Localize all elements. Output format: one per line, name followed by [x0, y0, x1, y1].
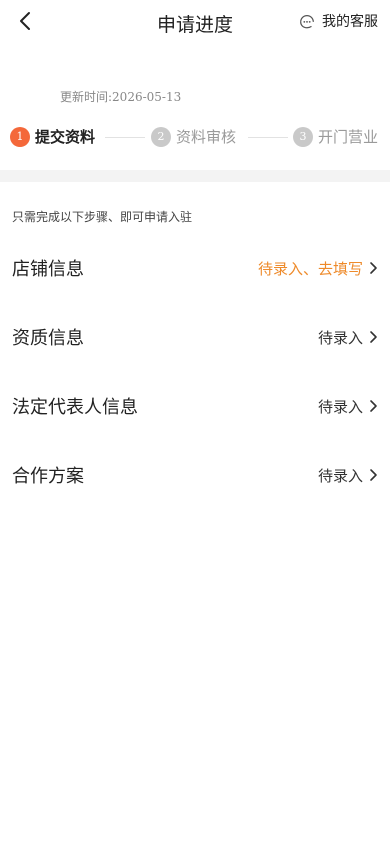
list-item-cooperation-plan[interactable]: 合作方案 待录入 — [0, 447, 390, 503]
status-text: 待录入、去填写 — [257, 259, 363, 278]
step-submit: 1 提交资料 — [10, 126, 95, 147]
headset-icon — [300, 14, 314, 29]
item-label: 店铺信息 — [12, 259, 84, 280]
step-number: 2 — [151, 126, 171, 147]
chevron-right-icon — [370, 331, 377, 343]
chevron-right-icon — [370, 262, 377, 274]
chevron-left-icon — [20, 12, 30, 30]
list-item-legal-rep-info[interactable]: 法定代表人信息 待录入 — [0, 378, 390, 434]
customer-service-button[interactable]: 我的客服 — [298, 11, 378, 31]
update-time: 更新时间:2026-05-13 — [60, 90, 182, 104]
list-item-store-info[interactable]: 店铺信息 待录入、去填写 — [0, 240, 390, 296]
progress-steps: 1 提交资料 2 资料审核 3 开门营业 — [0, 126, 390, 150]
chevron-right-icon — [370, 469, 377, 481]
chevron-right-icon — [370, 400, 377, 412]
step-review: 2 资料审核 — [151, 126, 236, 147]
step-number: 1 — [10, 126, 30, 147]
list-item-qualification-info[interactable]: 资质信息 待录入 — [0, 309, 390, 365]
instructions-text: 只需完成以下步骤、即可申请入驻 — [12, 210, 193, 224]
header: 申请进度 我的客服 — [0, 0, 390, 44]
item-status: 待录入、去填写 — [258, 258, 378, 279]
item-status: 待录入 — [318, 465, 378, 486]
section-divider — [0, 170, 390, 182]
customer-service-label: 我的客服 — [322, 14, 378, 30]
status-text: 待录入 — [317, 328, 363, 347]
item-label: 合作方案 — [12, 466, 84, 487]
back-button[interactable] — [10, 6, 40, 36]
step-number: 3 — [293, 126, 313, 147]
step-label: 提交资料 — [35, 128, 96, 146]
step-connector — [105, 137, 145, 138]
step-label: 开门营业 — [318, 128, 379, 146]
item-status: 待录入 — [318, 396, 378, 417]
step-connector — [248, 137, 288, 138]
step-open: 3 开门营业 — [293, 126, 378, 147]
status-text: 待录入 — [317, 466, 363, 485]
status-text: 待录入 — [317, 397, 363, 416]
item-label: 法定代表人信息 — [12, 397, 138, 418]
item-status: 待录入 — [318, 327, 378, 348]
item-label: 资质信息 — [12, 328, 84, 349]
step-label: 资料审核 — [176, 128, 237, 146]
